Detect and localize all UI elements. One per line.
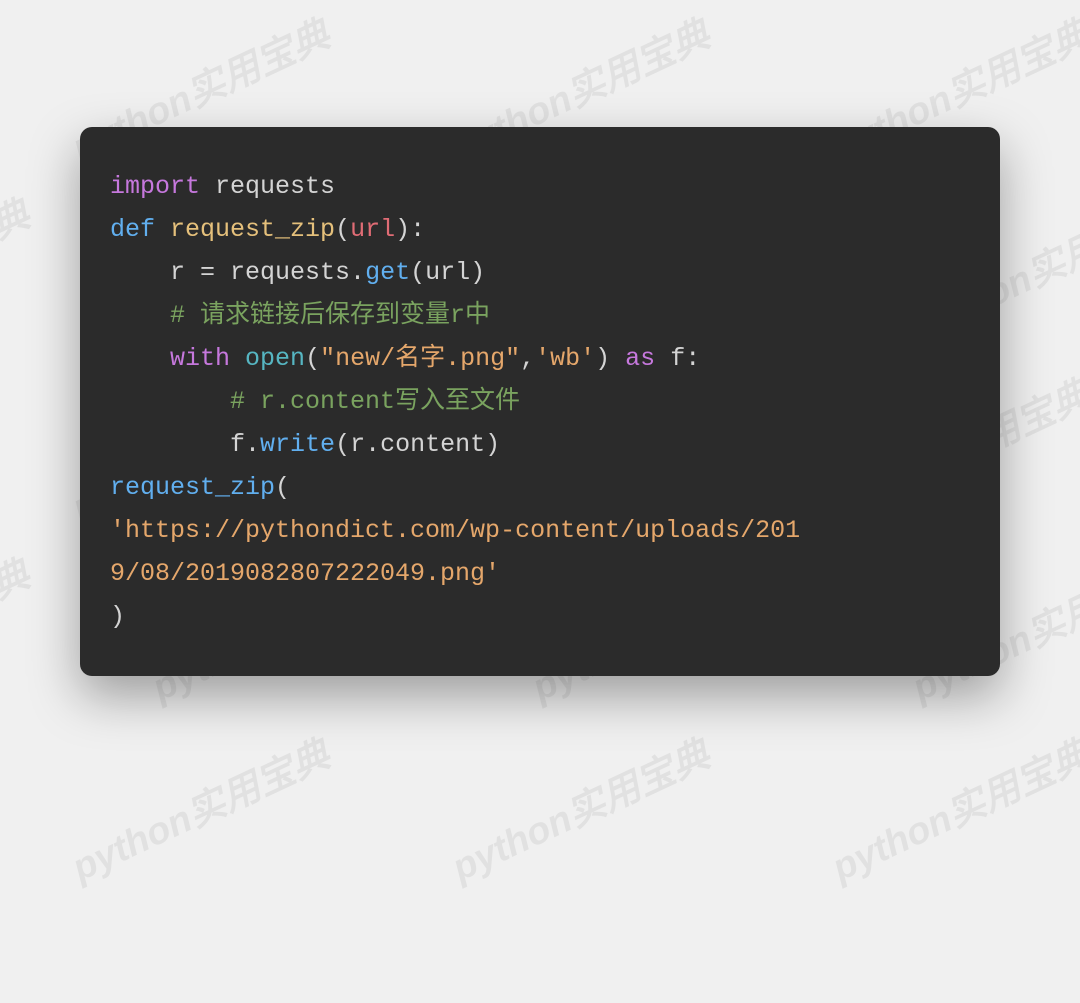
module-name: requests [215,172,335,201]
string-literal: 'wb' [535,344,595,373]
indent [110,258,170,287]
object: f. [230,430,260,459]
indent [110,387,230,416]
indent [110,344,170,373]
indent [110,301,170,330]
function-call: request_zip [110,473,275,502]
watermark: python实用宝典 [61,724,337,892]
keyword-as: as [625,344,655,373]
indent [110,430,230,459]
code-container: import requests def request_zip(url): r … [80,127,1000,676]
paren-open: ( [335,215,350,244]
keyword-import: import [110,172,200,201]
paren-open: ( [275,473,290,502]
paren-close: ) [110,602,125,631]
string-literal: "new/名字.png" [320,344,520,373]
watermark: python实用宝典 [441,724,717,892]
method-call: get [365,258,410,287]
string-literal: 'https://pythondict.com/wp-content/uploa… [110,516,800,545]
paren-open: ( [410,258,425,287]
function-name: request_zip [170,215,335,244]
string-literal: 9/08/2019082807222049.png' [110,559,500,588]
parameter: url [350,215,395,244]
paren-open: ( [305,344,320,373]
paren-close: ): [395,215,425,244]
paren-close: ) [595,344,610,373]
colon: : [685,344,700,373]
var: f [670,344,685,373]
comment: # 请求链接后保存到变量r中 [170,301,490,330]
builtin-open: open [245,344,305,373]
paren-open: ( [335,430,350,459]
code-block: import requests def request_zip(url): r … [110,165,970,638]
comment: # r.content写入至文件 [230,387,520,416]
watermark: python实用宝典 [821,724,1080,892]
arg: r.content [350,430,485,459]
paren-close: ) [485,430,500,459]
arg: url [425,258,470,287]
keyword-with: with [170,344,230,373]
assignment: r = requests. [170,258,365,287]
watermark: python实用宝典 [0,544,37,712]
method-call: write [260,430,335,459]
paren-close: ) [470,258,485,287]
comma: , [520,344,535,373]
keyword-def: def [110,215,155,244]
watermark: python实用宝典 [0,184,37,352]
